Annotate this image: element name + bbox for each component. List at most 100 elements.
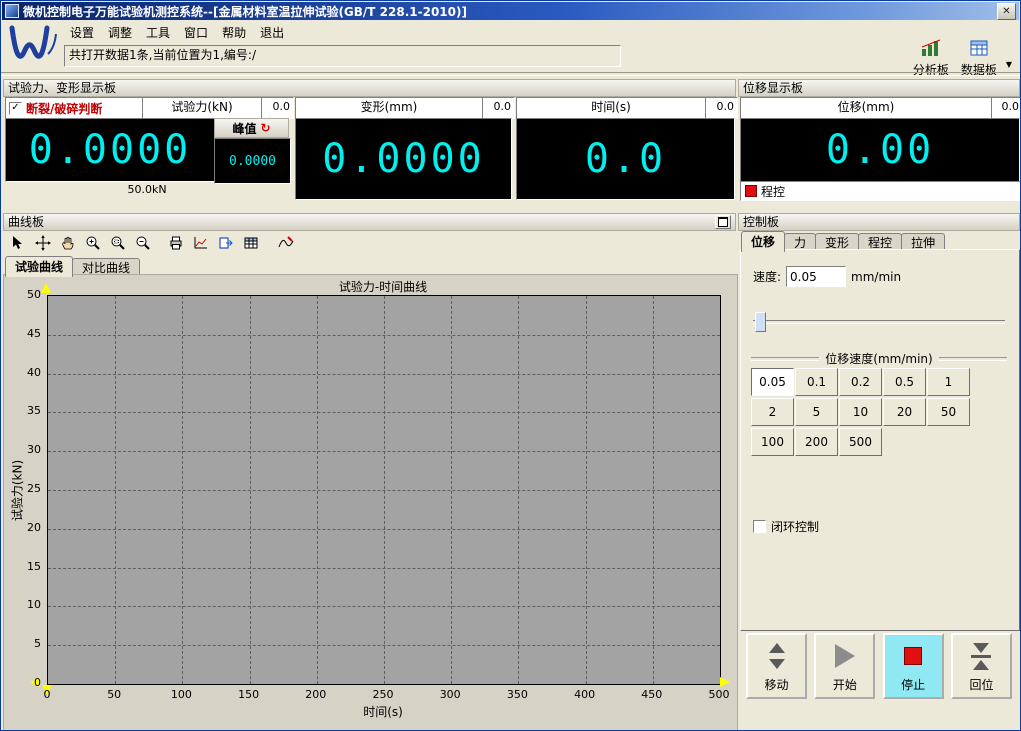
app-window: 微机控制电子万能试验机测控系统--[金属材料室温拉伸试验(GB/T 228.1-… bbox=[0, 0, 1021, 731]
speed-option-20[interactable]: 20 bbox=[883, 398, 926, 426]
x-tick-label: 100 bbox=[170, 688, 192, 701]
control-tabpage: 速度: mm/min 位移速度(mm/min) 0.050.10.20.5125… bbox=[740, 249, 1020, 631]
action-buttons: 移动 开始 停止 回位 bbox=[746, 633, 1012, 699]
closed-loop-label: 闭环控制 bbox=[771, 520, 820, 534]
toolbar-overflow-button[interactable]: ▼ bbox=[1006, 60, 1012, 69]
force-range-label: 50.0kN bbox=[127, 183, 167, 196]
program-label: 程控 bbox=[761, 184, 786, 199]
header-separator bbox=[1, 72, 1020, 76]
window-title: 微机控制电子万能试验机测控系统--[金属材料室温拉伸试验(GB/T 228.1-… bbox=[23, 4, 467, 19]
speed-option-0.1[interactable]: 0.1 bbox=[795, 368, 838, 396]
y-tick-label: 50 bbox=[27, 288, 41, 301]
y-tick-label: 45 bbox=[27, 326, 41, 340]
speed-option-1[interactable]: 1 bbox=[927, 368, 970, 396]
y-tick-label: 15 bbox=[27, 559, 41, 573]
menu-bar: 设置 调整 工具 窗口 帮助 退出 bbox=[63, 22, 291, 42]
x-tick-label: 150 bbox=[238, 688, 260, 701]
x-tick-label: 200 bbox=[305, 688, 327, 701]
x-tick-label: 0 bbox=[43, 688, 51, 701]
speed-input[interactable] bbox=[786, 266, 847, 287]
axis-arrow-right-icon bbox=[720, 677, 730, 687]
gridline-horizontal bbox=[48, 334, 720, 336]
speed-option-500[interactable]: 500 bbox=[839, 428, 882, 456]
speed-option-10[interactable]: 10 bbox=[839, 398, 882, 426]
force-display-panel: 试验力、变形显示板 ✓ 断裂/破碎判断 试验力(kN) 0.0 0.0000 峰… bbox=[3, 79, 738, 201]
fracture-check-cell[interactable]: ✓ 断裂/破碎判断 bbox=[5, 97, 149, 119]
axis-arrow-top-icon bbox=[41, 283, 51, 293]
program-control-row: 程控 bbox=[740, 181, 1020, 201]
closed-loop-checkbox[interactable]: 闭环控制 bbox=[753, 518, 819, 535]
gridline-horizontal bbox=[48, 490, 720, 491]
gridline-horizontal bbox=[48, 451, 720, 453]
speed-option-50[interactable]: 50 bbox=[927, 398, 970, 426]
zoom-in-icon[interactable] bbox=[81, 231, 104, 255]
stop-label: 停止 bbox=[901, 678, 926, 692]
speed-option-0.2[interactable]: 0.2 bbox=[839, 368, 882, 396]
force-display-panel-header: 试验力、变形显示板 bbox=[3, 79, 736, 97]
menu-item-1[interactable]: 设置 bbox=[63, 22, 101, 43]
speed-slider[interactable] bbox=[753, 312, 1005, 332]
speed-option-0.5[interactable]: 0.5 bbox=[883, 368, 926, 396]
control-tab-1[interactable]: 位移 bbox=[741, 231, 786, 252]
menu-item-4[interactable]: 窗口 bbox=[177, 22, 215, 43]
stop-button[interactable]: 停止 bbox=[882, 633, 944, 699]
y-tick-label: 30 bbox=[27, 443, 41, 457]
hand-icon[interactable] bbox=[56, 231, 79, 255]
zoom-out-icon[interactable] bbox=[131, 231, 154, 255]
speed-group-title: 位移速度(mm/min) bbox=[751, 350, 1007, 367]
displacement-value-display: 0.00 bbox=[740, 118, 1020, 182]
x-tick-label: 450 bbox=[641, 688, 663, 701]
time-header: 时间(s) bbox=[516, 97, 706, 119]
report-icon[interactable] bbox=[189, 231, 212, 255]
peak-label: 峰值 bbox=[232, 121, 257, 136]
displacement-rate: 0.0 bbox=[991, 97, 1020, 119]
table-icon[interactable] bbox=[239, 231, 262, 255]
close-button[interactable]: ✕ bbox=[997, 2, 1016, 20]
panel-restore-button[interactable] bbox=[715, 215, 731, 229]
displacement-panel: 位移显示板 位移(mm) 0.0 0.00 程控 bbox=[738, 79, 1020, 201]
speed-option-5[interactable]: 5 bbox=[795, 398, 838, 426]
speed-option-200[interactable]: 200 bbox=[795, 428, 838, 456]
force-value-display: 0.0000 bbox=[5, 118, 215, 182]
app-icon bbox=[5, 4, 19, 18]
status-field: 共打开数据1条,当前位置为1,编号:/ bbox=[64, 45, 621, 67]
control-panel: 控制板 位移力变形程控拉伸 速度: mm/min 位移速度(mm/min) 0.… bbox=[738, 213, 1020, 730]
force-display-panel-title: 试验力、变形显示板 bbox=[8, 81, 117, 95]
print-icon[interactable] bbox=[164, 231, 187, 255]
speed-option-100[interactable]: 100 bbox=[751, 428, 794, 456]
speed-option-2[interactable]: 2 bbox=[751, 398, 794, 426]
move-button[interactable]: 移动 bbox=[746, 633, 807, 699]
menu-item-5[interactable]: 帮助 bbox=[215, 22, 253, 43]
peak-header[interactable]: 峰值 ↻ bbox=[214, 118, 289, 138]
menu-item-3[interactable]: 工具 bbox=[139, 22, 177, 43]
slider-handle[interactable] bbox=[755, 312, 766, 332]
y-tick-label: 40 bbox=[27, 365, 41, 379]
zoom-window-icon[interactable] bbox=[106, 231, 129, 255]
return-button[interactable]: 回位 bbox=[950, 633, 1012, 699]
menu-item-2[interactable]: 调整 bbox=[101, 22, 139, 43]
x-tick-label: 50 bbox=[107, 688, 122, 701]
export-icon[interactable] bbox=[214, 231, 237, 255]
curve-tab-1[interactable]: 试验曲线 bbox=[5, 256, 74, 277]
marker-icon[interactable] bbox=[274, 231, 297, 255]
closed-loop-box-icon[interactable] bbox=[753, 520, 766, 533]
move-label: 移动 bbox=[764, 678, 789, 692]
slider-track bbox=[753, 320, 1005, 324]
start-label: 开始 bbox=[832, 678, 857, 692]
curve-panel-title: 曲线板 bbox=[8, 215, 45, 229]
menu-item-6[interactable]: 退出 bbox=[253, 22, 291, 43]
gridline-horizontal bbox=[48, 606, 720, 608]
check-icon: ✓ bbox=[11, 102, 20, 113]
chart-plot-area[interactable] bbox=[47, 295, 721, 685]
refresh-icon[interactable]: ↻ bbox=[260, 121, 270, 135]
start-button[interactable]: 开始 bbox=[814, 633, 876, 699]
move-cross-icon[interactable] bbox=[31, 231, 54, 255]
gridline-horizontal bbox=[48, 528, 720, 530]
select-icon[interactable] bbox=[6, 231, 29, 255]
force-header: 试验力(kN) bbox=[142, 97, 262, 119]
analysis-board-icon bbox=[920, 38, 942, 61]
speed-option-0.05[interactable]: 0.05 bbox=[751, 368, 794, 396]
y-tick-label: 10 bbox=[27, 598, 41, 612]
control-panel-title: 控制板 bbox=[743, 215, 780, 229]
fracture-checkbox[interactable]: ✓ bbox=[9, 101, 22, 115]
